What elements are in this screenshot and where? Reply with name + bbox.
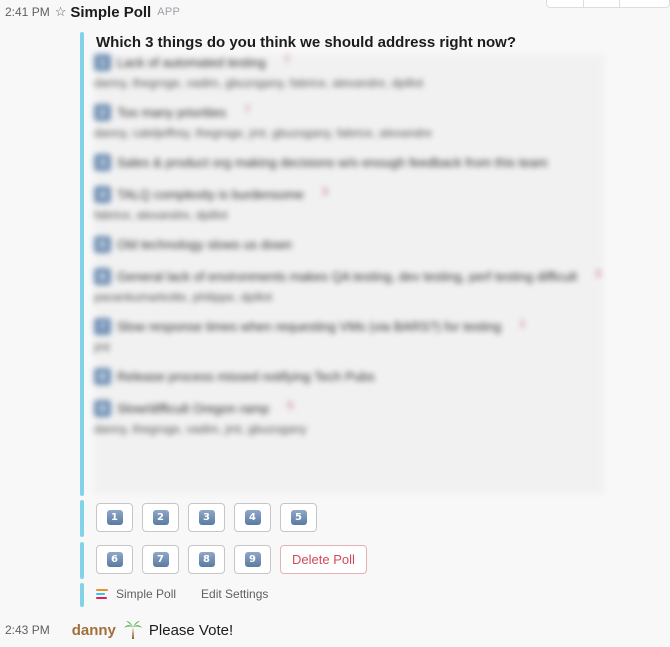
poll-option: 8 Release process missed notifying Tech P… bbox=[94, 368, 604, 388]
message-actions-toolbar[interactable] bbox=[546, 0, 670, 8]
keycap-4-icon: 4 bbox=[244, 510, 261, 525]
keycap-9-icon: 9 bbox=[244, 552, 261, 567]
poll-option: 5 Old technology slows us down bbox=[94, 236, 604, 256]
number-emoji-icon: 7 bbox=[94, 318, 111, 335]
simple-poll-icon bbox=[96, 589, 108, 599]
vote-button-1[interactable]: 1 bbox=[96, 503, 133, 532]
poll-option-text: Lack of automated testing bbox=[117, 55, 266, 70]
poll-option-line: 4 TALQ complexity is burdensome 3 bbox=[94, 186, 604, 206]
vote-count: 7 bbox=[283, 54, 290, 66]
vote-button-8[interactable]: 8 bbox=[188, 545, 225, 574]
vote-button-5[interactable]: 5 bbox=[280, 503, 317, 532]
number-emoji-icon: 9 bbox=[94, 400, 111, 417]
vote-button-6[interactable]: 6 bbox=[96, 545, 133, 574]
poll-option-text: Old technology slows us down bbox=[117, 237, 292, 252]
keycap-6-icon: 6 bbox=[106, 552, 123, 567]
keycap-2-icon: 2 bbox=[152, 510, 169, 525]
poll-option-text: Too many priorities bbox=[117, 105, 227, 120]
poll-option: 9 Slow/difficult Oregon ramp 5 danny, thegr… bbox=[94, 400, 604, 438]
reply-timestamp[interactable]: 2:43 PM bbox=[5, 623, 50, 637]
poll-option-voters: danny, caleljeffrey, thegroge, jmt, gbuz… bbox=[94, 126, 432, 140]
poll-option-voters: fabrice, alexandre, dpillot bbox=[94, 208, 228, 222]
vote-count: 3 bbox=[321, 186, 329, 198]
number-emoji-icon: 1 bbox=[94, 54, 111, 71]
app-badge: APP bbox=[157, 6, 181, 18]
poll-option-text: Release process missed notifying Tech Pu… bbox=[117, 369, 375, 384]
vote-count: 3 bbox=[595, 268, 602, 280]
poll-option: 7 Slow response times when requesting VMs… bbox=[94, 318, 604, 356]
poll-option-line: 9 Slow/difficult Oregon ramp 5 bbox=[94, 400, 604, 420]
number-emoji-icon: 3 bbox=[94, 154, 111, 171]
vote-count: 5 bbox=[287, 400, 294, 412]
number-emoji-icon: 4 bbox=[94, 186, 111, 203]
vote-button-3[interactable]: 3 bbox=[188, 503, 225, 532]
keycap-1-icon: 1 bbox=[106, 510, 123, 525]
poll-option-line: 6 General lack of environments makes QA t… bbox=[94, 268, 604, 288]
keycap-7-icon: 7 bbox=[152, 552, 169, 567]
poll-option-line: 3 Sales & product org making decisions w/… bbox=[94, 154, 604, 174]
attachment-bar bbox=[80, 583, 84, 607]
poll-option-line: 1 Lack of automated testing 7 bbox=[94, 54, 604, 74]
vote-button-4[interactable]: 4 bbox=[234, 503, 271, 532]
number-emoji-icon: 2 bbox=[94, 104, 111, 121]
attachment-bar bbox=[80, 500, 84, 537]
attachment-bar bbox=[80, 542, 84, 579]
keycap-3-icon: 3 bbox=[198, 510, 215, 525]
poll-option-line: 5 Old technology slows us down bbox=[94, 236, 604, 256]
number-emoji-icon: 6 bbox=[94, 268, 111, 285]
vote-button-2[interactable]: 2 bbox=[142, 503, 179, 532]
keycap-5-icon: 5 bbox=[290, 510, 307, 525]
poll-option: 2 Too many priorities 7 danny, caleljeffrey… bbox=[94, 104, 604, 142]
star-icon[interactable]: ☆ bbox=[55, 4, 67, 20]
edit-settings-link[interactable]: Edit Settings bbox=[201, 587, 268, 601]
vote-count: 1 bbox=[519, 318, 526, 330]
poll-option-text: Sales & product org making decisions w/o… bbox=[117, 155, 548, 170]
reply-text: Please Vote! bbox=[148, 621, 234, 639]
number-emoji-icon: 8 bbox=[94, 368, 111, 385]
poll-question: Which 3 things do you think we should ad… bbox=[96, 34, 517, 51]
poll-option: 3 Sales & product org making decisions w/… bbox=[94, 154, 604, 174]
delete-poll-button[interactable]: Delete Poll bbox=[280, 545, 367, 574]
vote-button-7[interactable]: 7 bbox=[142, 545, 179, 574]
poll-option-voters: danny, thegroge, vadim, jmt, gbuzogany bbox=[94, 422, 307, 436]
sender-name[interactable]: Simple Poll bbox=[70, 4, 151, 21]
attachment-bar bbox=[80, 32, 84, 496]
poll-option-line: 7 Slow response times when requesting VMs… bbox=[94, 318, 604, 338]
poll-option-text: TALQ complexity is burdensome bbox=[117, 187, 304, 202]
number-emoji-icon: 5 bbox=[94, 236, 111, 253]
vote-count: 7 bbox=[244, 104, 251, 116]
vote-buttons-row: 6 7 8 9 Delete Poll bbox=[96, 545, 367, 574]
poll-option: 6 General lack of environments makes QA t… bbox=[94, 268, 604, 306]
message-timestamp[interactable]: 2:41 PM bbox=[5, 5, 50, 19]
palm-tree-icon bbox=[123, 621, 142, 639]
keycap-8-icon: 8 bbox=[198, 552, 215, 567]
poll-option-text: Slow response times when requesting VMs … bbox=[117, 319, 502, 334]
footer-app-name[interactable]: Simple Poll bbox=[116, 587, 176, 601]
reply-username[interactable]: danny bbox=[72, 622, 116, 639]
poll-option-text: General lack of environments makes QA te… bbox=[117, 269, 578, 284]
vote-button-9[interactable]: 9 bbox=[234, 545, 271, 574]
poll-option-line: 8 Release process missed notifying Tech P… bbox=[94, 368, 604, 388]
poll-option: 4 TALQ complexity is burdensome 3 fabrice, … bbox=[94, 186, 604, 224]
poll-options-list: 1 Lack of automated testing 7 danny, thegro… bbox=[94, 54, 604, 494]
poll-footer: Simple Poll Edit Settings bbox=[96, 587, 268, 601]
vote-buttons-row: 1 2 3 4 5 bbox=[96, 503, 317, 532]
poll-option: 1 Lack of automated testing 7 danny, thegro… bbox=[94, 54, 604, 92]
poll-option-line: 2 Too many priorities 7 bbox=[94, 104, 604, 124]
reply-message: 2:43 PM danny Please Vote! bbox=[5, 620, 233, 640]
message-header: 2:41 PM ☆ Simple Poll APP bbox=[5, 3, 180, 21]
poll-option-voters: danny, thegroge, vadim, gbuzogany, fabri… bbox=[94, 76, 424, 90]
poll-option-voters: pavankumarkotte, philippe, dpillot bbox=[94, 290, 273, 304]
poll-option-text: Slow/difficult Oregon ramp bbox=[117, 401, 270, 416]
poll-option-voters: jmt bbox=[94, 340, 110, 354]
